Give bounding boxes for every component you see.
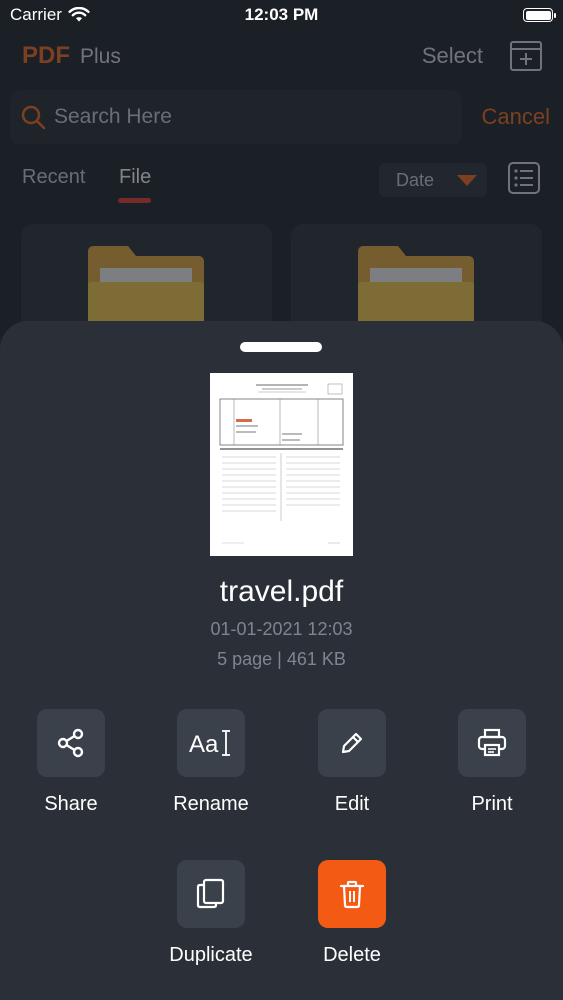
search-row: Cancel [0,90,563,144]
share-icon [57,728,84,758]
sort-dropdown[interactable]: Date [379,163,487,197]
search-box[interactable] [10,90,462,144]
wifi-icon [68,7,90,22]
sort-selected: Date [396,169,435,190]
logo-pdf: PDF [22,42,70,69]
tab-recent[interactable]: Recent [22,166,85,189]
print-button[interactable] [458,709,526,777]
duplicate-action[interactable]: Duplicate [146,860,276,967]
sheet-drag-handle[interactable] [240,342,322,352]
search-input[interactable] [54,105,434,129]
delete-action[interactable]: Delete [287,860,417,967]
edit-label: Edit [334,793,370,815]
duplicate-icon [196,878,225,909]
cancel-button[interactable]: Cancel [482,104,550,130]
tab-file[interactable]: File [119,166,151,189]
share-button[interactable] [37,709,105,777]
printer-icon [477,728,507,757]
trash-icon [339,880,365,909]
rename-label: Rename [173,793,249,815]
active-tab-indicator [118,198,151,203]
search-icon [21,105,46,130]
list-view-icon[interactable] [507,161,541,195]
add-folder-icon[interactable] [509,39,543,73]
duplicate-button[interactable] [177,860,245,928]
status-left: Carrier [10,5,90,25]
rename-icon: Aa [189,730,230,758]
background-screen: PDF Plus Select Cancel Recent File [0,30,563,364]
select-button[interactable]: Select [422,43,483,69]
edit-button[interactable] [318,709,386,777]
file-info: 5 page | 461 KB [217,649,346,669]
status-bar: Carrier 12:03 PM [0,0,563,30]
share-label: Share [44,793,98,815]
duplicate-label: Duplicate [169,944,253,966]
pdf-thumbnail [210,373,353,556]
share-action[interactable]: Share [6,709,136,816]
delete-label: Delete [323,944,381,966]
pencil-icon [341,732,363,754]
caret-down-icon [457,174,477,186]
pdf-page-preview [219,383,344,544]
battery-icon [523,8,556,22]
logo-plus: Plus [80,45,121,68]
file-name: travel.pdf [219,575,344,608]
app-header: PDF Plus Select [22,35,543,77]
file-options-sheet: travel.pdf 01-01-2021 12:03 5 page | 461… [0,321,563,1000]
rename-button[interactable]: Aa [177,709,245,777]
edit-action[interactable]: Edit [287,709,417,816]
tabs-row: Recent File Date [22,160,543,210]
delete-button[interactable] [318,860,386,928]
file-date: 01-01-2021 12:03 [210,619,353,639]
app-logo: PDF Plus [22,42,121,70]
svg-text:Aa: Aa [189,731,219,758]
rename-action[interactable]: Aa Rename [146,709,276,816]
print-action[interactable]: Print [427,709,557,816]
print-label: Print [471,793,513,815]
header-actions: Select [422,39,543,73]
carrier-label: Carrier [10,5,62,24]
